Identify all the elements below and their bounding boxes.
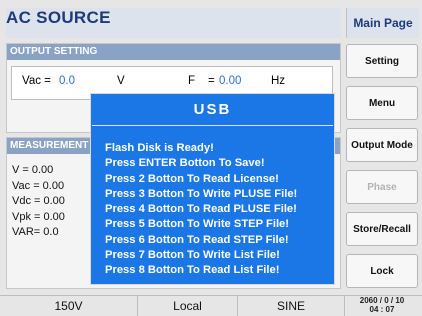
measurement-var: VAR= 0.0 bbox=[12, 226, 59, 239]
measurement-v: V = 0.00 bbox=[12, 164, 54, 176]
dialog-line: Press ENTER Botton To Save! bbox=[105, 157, 265, 170]
dialog-divider bbox=[92, 125, 333, 126]
waveform-status: SINE bbox=[238, 296, 345, 316]
range-status: 150V bbox=[0, 296, 138, 316]
dialog-line: Press 4 Botton To Read PLUSE File! bbox=[105, 203, 297, 216]
control-mode-status: Local bbox=[138, 296, 238, 316]
f-label: F bbox=[188, 75, 196, 87]
usb-dialog: USB Flash Disk is Ready! Press ENTER Bot… bbox=[90, 93, 335, 285]
device-screen: AC SOURCE Main Page OUTPUT SETTING Vac =… bbox=[0, 0, 422, 316]
f-equals: = bbox=[208, 75, 215, 87]
dialog-line: Press 6 Botton To Read STEP File! bbox=[105, 233, 289, 246]
dialog-line: Press 2 Botton To Read License! bbox=[105, 172, 279, 185]
vac-unit: V bbox=[117, 75, 125, 87]
status-bar: 150V Local SINE 2060 / 0 / 10 04 : 07 bbox=[0, 295, 422, 316]
vac-label: Vac = bbox=[22, 75, 51, 87]
time-text: 04 : 07 bbox=[369, 304, 395, 314]
output-setting-title: OUTPUT SETTING bbox=[7, 44, 340, 60]
usb-dialog-messages: Flash Disk is Ready! Press ENTER Botton … bbox=[105, 141, 297, 279]
phase-button[interactable]: Phase bbox=[346, 170, 418, 204]
page-title: AC SOURCE bbox=[6, 8, 111, 27]
dialog-line: Press 3 Botton To Write PLUSE File! bbox=[105, 187, 298, 200]
setting-button[interactable]: Setting bbox=[346, 44, 418, 78]
vac-value: 0.0 bbox=[59, 75, 75, 87]
store-recall-button[interactable]: Store/Recall bbox=[346, 212, 418, 246]
dialog-line: Press 7 Botton To Write List File! bbox=[105, 249, 280, 262]
output-mode-button[interactable]: Output Mode bbox=[346, 128, 418, 162]
measurement-list: V = 0.00 Vac = 0.00 Vdc = 0.00 Vpk = 0.0… bbox=[12, 163, 65, 241]
measurement-vpk: Vpk = 0.00 bbox=[12, 210, 65, 223]
measurement-vdc: Vdc = 0.00 bbox=[12, 195, 65, 208]
main-page-label: Main Page bbox=[346, 8, 419, 38]
dialog-line: Flash Disk is Ready! bbox=[105, 142, 214, 154]
dialog-line: Press 8 Botton To Read List File! bbox=[105, 264, 280, 277]
measurement-vac: Vac = 0.00 bbox=[12, 179, 65, 192]
datetime-display: 2060 / 0 / 10 04 : 07 bbox=[346, 296, 418, 316]
menu-button[interactable]: Menu bbox=[346, 86, 418, 120]
f-unit: Hz bbox=[271, 75, 286, 87]
usb-dialog-title: USB bbox=[193, 100, 232, 118]
f-value: 0.00 bbox=[219, 75, 242, 87]
lock-button[interactable]: Lock bbox=[346, 254, 418, 288]
dialog-line: Press 5 Botton To Write STEP File! bbox=[105, 218, 290, 231]
